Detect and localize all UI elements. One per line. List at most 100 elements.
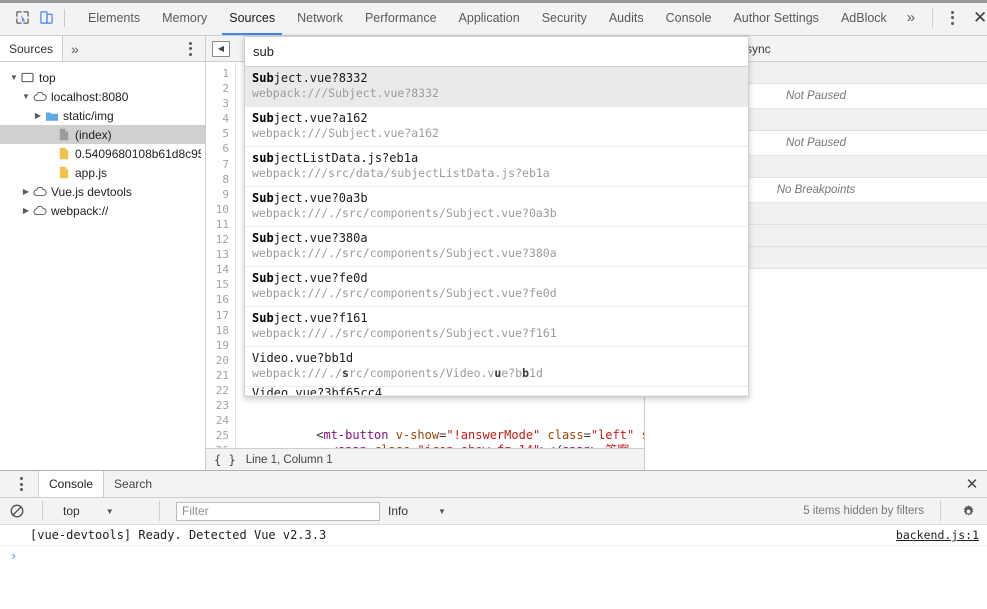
tab-elements[interactable]: Elements (77, 0, 151, 35)
search-result-item[interactable]: Subject.vue?f161 webpack:///./src/compone… (245, 307, 748, 347)
search-result-item[interactable]: Video.vue?3bf65cc4 (245, 387, 748, 396)
tab-network[interactable]: Network (286, 0, 354, 35)
clear-console-icon[interactable] (8, 502, 26, 520)
tab-label: AdBlock (840, 10, 887, 25)
tab-application[interactable]: Application (448, 0, 531, 35)
line-number: 1 (222, 67, 229, 80)
search-result-item[interactable]: Subject.vue?fe0d webpack:///./src/compone… (245, 267, 748, 307)
search-input[interactable] (251, 43, 742, 60)
line-number: 6 (222, 142, 229, 156)
search-result-title: Video.vue?bb1d (252, 351, 354, 365)
tree-item-webpack[interactable]: ▶ webpack:// (0, 201, 205, 220)
navigator-menu-icon[interactable] (179, 38, 201, 60)
device-toolbar-icon[interactable] (34, 7, 58, 29)
toolbar-right-group: ✕ (924, 0, 987, 35)
code-token: "left" (590, 428, 635, 443)
tab-security[interactable]: Security (531, 0, 598, 35)
search-result-item[interactable]: Subject.vue?8332 webpack:///Subject.vue?8… (245, 67, 748, 107)
tree-item-chunk-js[interactable]: 0.5409680108b61d8c95e (0, 144, 205, 163)
tree-item-top[interactable]: ▼ top (0, 68, 205, 87)
navigator-more-tabs-icon[interactable]: » (63, 36, 87, 61)
tree-item-label: 0.5409680108b61d8c95e (75, 146, 201, 161)
tab-memory[interactable]: Memory (151, 0, 218, 35)
code-token: = (583, 428, 591, 443)
tree-item-index[interactable]: (index) (0, 125, 205, 144)
tree-item-label: Vue.js devtools (51, 184, 132, 199)
drawer-tab-search[interactable]: Search (104, 471, 163, 497)
tree-item-app-js[interactable]: app.js (0, 163, 205, 182)
chevron-right-icon[interactable]: ▶ (20, 201, 32, 220)
drawer-tab-console[interactable]: Console (38, 471, 105, 497)
gear-icon[interactable] (957, 500, 979, 522)
code-token: "icon-show fz_14" (417, 443, 540, 448)
code-line: <mt-button v-show="!answerMode" class="l… (244, 428, 644, 443)
file-search-overlay: Subject.vue?8332webpack:///Subject.vue?8… (244, 36, 749, 397)
line-number: 15 (215, 278, 229, 292)
line-number: 23 (215, 399, 229, 413)
console-level-selector[interactable]: Info ▼ (388, 504, 446, 518)
toolbar-icon-group (0, 0, 77, 35)
tree-item-label: static/img (63, 108, 114, 123)
search-result-subtitle: webpack:///./src/components/Subject.vue?… (252, 246, 557, 260)
toolbar-divider (42, 501, 43, 521)
line-number-gutter: 1 2 3 4 5 6 7 8 9 10 11 12 13 14 15 16 1 (206, 62, 236, 448)
chevron-down-icon[interactable]: ▼ (20, 87, 32, 106)
show-navigator-icon[interactable]: ◀ (212, 40, 230, 57)
navigator-tab-sources[interactable]: Sources (0, 36, 64, 61)
line-number: 17 (215, 308, 229, 322)
tab-label: Performance (364, 10, 437, 25)
search-result-subtitle: webpack:///Subject.vue?8332 (252, 86, 439, 100)
search-result-item[interactable]: Subject.vue?0a3b webpack:///./src/compone… (245, 187, 748, 227)
code-token: siz (641, 428, 644, 442)
chevron-right-icon[interactable]: ▶ (32, 106, 44, 125)
tree-item-localhost[interactable]: ▼ localhost:8080 (0, 87, 205, 106)
tab-audits[interactable]: Audits (598, 0, 655, 35)
search-result-item[interactable]: Subject.vue?380a webpack:///./src/compone… (245, 227, 748, 267)
code-token: ></ (540, 443, 562, 448)
cloud-icon (32, 203, 47, 218)
frame-icon (20, 70, 35, 85)
tree-item-label: webpack:// (51, 203, 109, 218)
search-result-title: Subject.vue?8332 (252, 71, 368, 85)
chevron-right-icon[interactable]: ▶ (20, 182, 32, 201)
document-icon (56, 127, 71, 142)
navigator-pane: Sources » ▼ top ▼ localhost:8080 ▶ stati… (0, 36, 206, 470)
chevron-down-icon[interactable]: ▼ (438, 507, 446, 516)
close-icon[interactable]: ✕ (967, 5, 987, 31)
search-result-item[interactable]: Subject.vue?a162 webpack:///Subject.vue?a… (245, 107, 748, 147)
context-value: top (63, 504, 80, 518)
chevron-down-icon[interactable]: ▼ (106, 507, 114, 516)
code-token: class (374, 443, 410, 448)
console-context-selector[interactable]: top ▼ (59, 504, 143, 518)
console-log-source-link[interactable]: backend.js:1 (896, 528, 979, 542)
pretty-print-icon[interactable]: { } (214, 453, 236, 467)
search-result-item[interactable]: Video.vue?bb1d webpack:///./src/component… (245, 347, 748, 387)
kebab-menu-icon[interactable] (941, 7, 963, 29)
tree-item-vue-devtools[interactable]: ▶ Vue.js devtools (0, 182, 205, 201)
chevron-down-icon[interactable]: ▼ (8, 68, 20, 87)
tab-label: Author Settings (733, 10, 819, 25)
tree-item-static-img[interactable]: ▶ static/img (0, 106, 205, 125)
line-number: 5 (222, 127, 229, 141)
drawer-close-icon[interactable]: ✕ (957, 471, 987, 497)
drawer-menu-icon[interactable] (10, 473, 32, 495)
line-number: 2 (222, 82, 229, 96)
tab-performance[interactable]: Performance (354, 0, 448, 35)
search-result-item[interactable]: subjectListData.js?eb1a webpack:///src/da… (245, 147, 748, 187)
console-prompt-row[interactable]: › (0, 546, 987, 566)
more-tabs-icon[interactable]: » (898, 0, 924, 35)
console-filter-input[interactable] (176, 501, 380, 521)
inspect-element-icon[interactable] (10, 7, 34, 29)
code-token: > (591, 443, 598, 448)
tab-sources[interactable]: Sources (218, 0, 286, 35)
tab-author-settings[interactable]: Author Settings (722, 0, 829, 35)
cursor-position-label: Line 1, Column 1 (245, 453, 333, 466)
code-line: <span class="icon-show fz_14"></span> 答案 (244, 443, 644, 448)
toolbar-divider (159, 501, 160, 521)
tab-adblock[interactable]: AdBlock (830, 0, 898, 35)
script-icon (56, 146, 71, 161)
code-token: class (547, 428, 584, 443)
tab-label: Sources (229, 10, 276, 25)
tab-console[interactable]: Console (655, 0, 723, 35)
